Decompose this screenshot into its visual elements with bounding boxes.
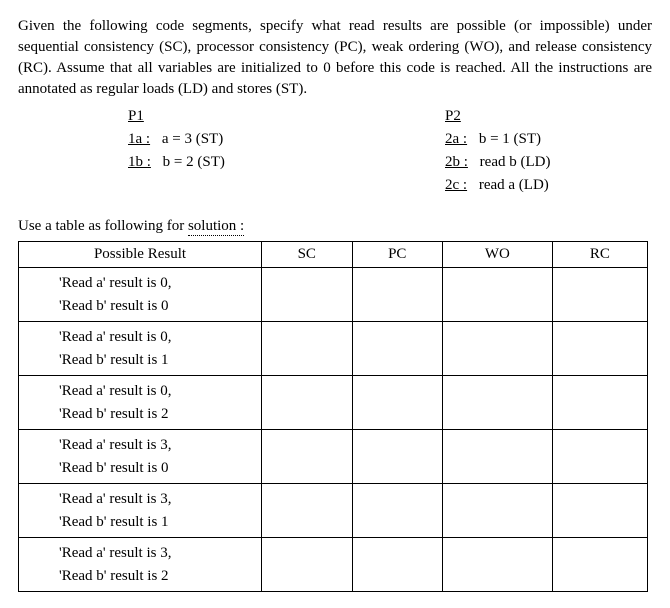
rc-cell	[552, 322, 647, 376]
result-line: 'Read a' result is 3,	[59, 542, 249, 565]
instr-body: read b (LD)	[480, 154, 551, 170]
table-row: 'Read a' result is 0, 'Read b' result is…	[19, 268, 648, 322]
instr-body: read a (LD)	[479, 177, 549, 193]
rc-cell	[552, 376, 647, 430]
p2-header: P2	[445, 108, 652, 125]
pc-cell	[352, 268, 443, 322]
result-line: 'Read b' result is 0	[59, 295, 249, 318]
instr-label: 1b :	[128, 154, 151, 170]
rc-cell	[552, 268, 647, 322]
result-line: 'Read a' result is 0,	[59, 380, 249, 403]
col-header-wo: WO	[443, 242, 553, 268]
p1-header: P1	[128, 108, 335, 125]
p2-instruction: 2a : b = 1 (ST)	[445, 131, 652, 148]
wo-cell	[443, 484, 553, 538]
result-cell: 'Read a' result is 0, 'Read b' result is…	[19, 268, 262, 322]
table-row: 'Read a' result is 3, 'Read b' result is…	[19, 484, 648, 538]
result-line: 'Read b' result is 2	[59, 403, 249, 426]
instr-body: a = 3 (ST)	[162, 131, 223, 147]
solution-lead: Use a table as following for solution :	[18, 218, 652, 235]
result-cell: 'Read a' result is 3, 'Read b' result is…	[19, 538, 262, 592]
instr-label: 2a :	[445, 131, 467, 147]
result-line: 'Read a' result is 0,	[59, 326, 249, 349]
result-line: 'Read b' result is 1	[59, 511, 249, 534]
col-header-pc: PC	[352, 242, 443, 268]
result-line: 'Read a' result is 0,	[59, 272, 249, 295]
rc-cell	[552, 484, 647, 538]
pc-cell	[352, 538, 443, 592]
result-line: 'Read b' result is 1	[59, 349, 249, 372]
instr-body: b = 2 (ST)	[163, 154, 225, 170]
result-cell: 'Read a' result is 3, 'Read b' result is…	[19, 484, 262, 538]
p2-instruction: 2c : read a (LD)	[445, 177, 652, 194]
segment-p1: P1 1a : a = 3 (ST) 1b : b = 2 (ST)	[18, 108, 335, 200]
table-row: 'Read a' result is 0, 'Read b' result is…	[19, 322, 648, 376]
result-cell: 'Read a' result is 0, 'Read b' result is…	[19, 376, 262, 430]
table-row: 'Read a' result is 3, 'Read b' result is…	[19, 430, 648, 484]
p1-instruction: 1a : a = 3 (ST)	[128, 131, 335, 148]
result-line: 'Read b' result is 2	[59, 565, 249, 588]
table-row: 'Read a' result is 3, 'Read b' result is…	[19, 538, 648, 592]
sc-cell	[262, 376, 353, 430]
solution-link: solution :	[188, 218, 244, 236]
instr-label: 2b :	[445, 154, 468, 170]
wo-cell	[443, 268, 553, 322]
sc-cell	[262, 430, 353, 484]
instr-label: 2c :	[445, 177, 467, 193]
rc-cell	[552, 430, 647, 484]
code-segments: P1 1a : a = 3 (ST) 1b : b = 2 (ST) P2 2a…	[18, 108, 652, 200]
sc-cell	[262, 268, 353, 322]
wo-cell	[443, 538, 553, 592]
result-cell: 'Read a' result is 3, 'Read b' result is…	[19, 430, 262, 484]
sc-cell	[262, 484, 353, 538]
result-line: 'Read a' result is 3,	[59, 488, 249, 511]
instr-body: b = 1 (ST)	[479, 131, 541, 147]
result-line: 'Read b' result is 0	[59, 457, 249, 480]
wo-cell	[443, 430, 553, 484]
segment-p2: P2 2a : b = 1 (ST) 2b : read b (LD) 2c :…	[335, 108, 652, 200]
solution-lead-prefix: Use a table as following for	[18, 218, 188, 234]
result-cell: 'Read a' result is 0, 'Read b' result is…	[19, 322, 262, 376]
instr-label: 1a :	[128, 131, 150, 147]
sc-cell	[262, 322, 353, 376]
solution-table: Possible Result SC PC WO RC 'Read a' res…	[18, 241, 648, 592]
pc-cell	[352, 484, 443, 538]
pc-cell	[352, 376, 443, 430]
wo-cell	[443, 376, 553, 430]
table-row: 'Read a' result is 0, 'Read b' result is…	[19, 376, 648, 430]
table-body: 'Read a' result is 0, 'Read b' result is…	[19, 268, 648, 592]
result-line: 'Read a' result is 3,	[59, 434, 249, 457]
sc-cell	[262, 538, 353, 592]
table-header-row: Possible Result SC PC WO RC	[19, 242, 648, 268]
pc-cell	[352, 430, 443, 484]
pc-cell	[352, 322, 443, 376]
wo-cell	[443, 322, 553, 376]
p2-instruction: 2b : read b (LD)	[445, 154, 652, 171]
rc-cell	[552, 538, 647, 592]
p1-instruction: 1b : b = 2 (ST)	[128, 154, 335, 171]
col-header-result: Possible Result	[19, 242, 262, 268]
intro-paragraph: Given the following code segments, speci…	[18, 16, 652, 100]
col-header-sc: SC	[262, 242, 353, 268]
col-header-rc: RC	[552, 242, 647, 268]
